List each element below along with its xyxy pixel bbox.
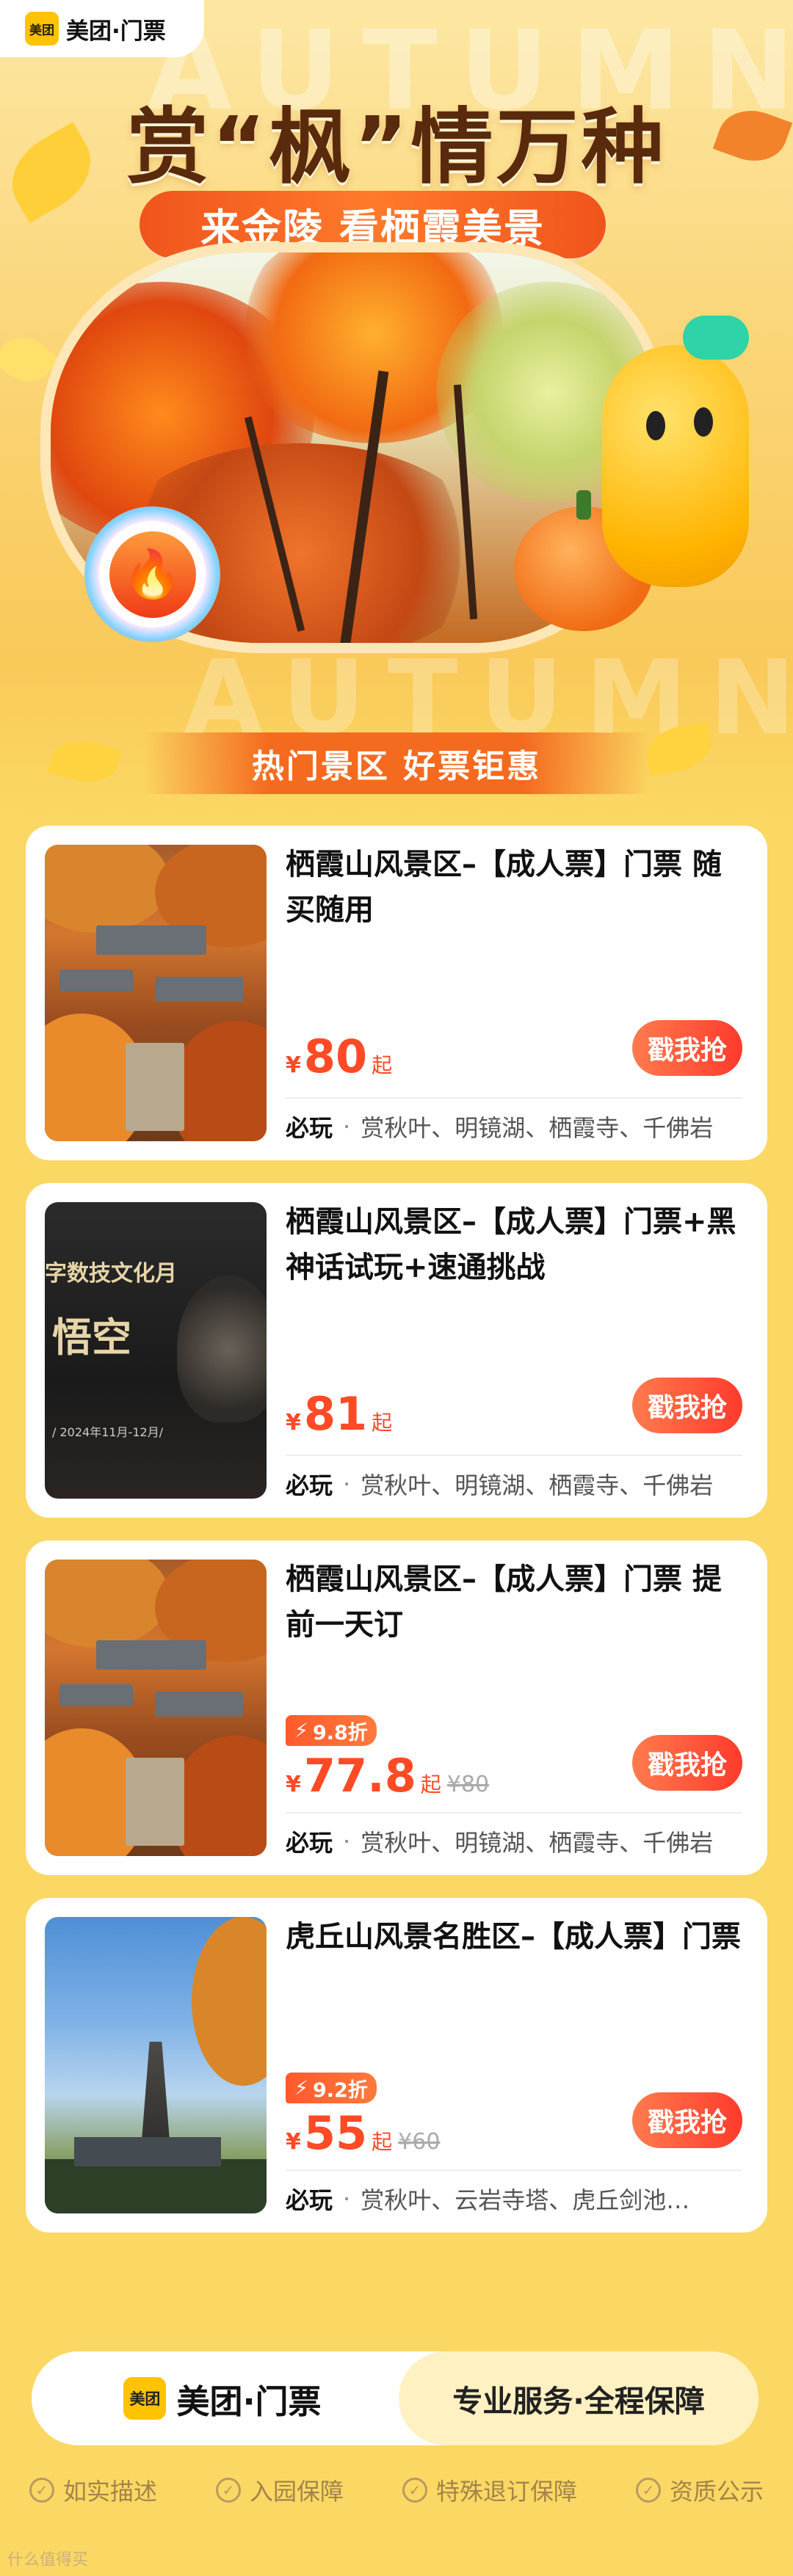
must-play-tags: 必玩 · 赏秋叶、云岩寺塔、虎丘剑池… <box>286 2185 690 2214</box>
ticket-card[interactable]: 栖霞山风景区–【成人票】门票 随买随用 ¥ 80 起 戳我抢 必玩 · 赏秋叶、… <box>26 826 767 1160</box>
tiger-hill-pagoda-photo <box>45 1917 267 2213</box>
price-value: 77.8 <box>303 1749 416 1802</box>
grab-ticket-button[interactable]: 戳我抢 <box>632 1378 742 1433</box>
footer-brand-text: 美团·门票 <box>176 2382 322 2421</box>
check-circle-icon: ✓ <box>402 2478 427 2503</box>
must-play-tags: 必玩 · 赏秋叶、明镜湖、栖霞寺、千佛岩 <box>286 1113 714 1142</box>
original-price: ¥60 <box>398 2129 441 2155</box>
ticket-card[interactable]: 字数技文化月 悟空 / 2024年11月-12月/ 栖霞山风景区–【成人票】门票… <box>26 1183 767 1518</box>
ticket-card[interactable]: 栖霞山风景区–【成人票】门票 提前一天订 ⚡ 9.8折 ¥ 77.8 起 ¥80… <box>26 1540 767 1875</box>
original-price: ¥80 <box>446 1772 490 1797</box>
qixia-temple-photo <box>45 845 267 1141</box>
check-circle-icon: ✓ <box>29 2478 54 2503</box>
guarantee-item: ✓ 如实描述 <box>29 2473 157 2507</box>
product-name[interactable]: 栖霞山风景区–【成人票】门票 随买随用 <box>286 842 741 933</box>
lightning-icon: ⚡ <box>294 1719 308 1742</box>
must-play-tags: 必玩 · 赏秋叶、明镜湖、栖霞寺、千佛岩 <box>286 1827 714 1857</box>
grab-ticket-button[interactable]: 戳我抢 <box>632 1020 742 1076</box>
qixia-temple-photo <box>45 1560 267 1856</box>
ticket-card[interactable]: 虎丘山风景名胜区–【成人票】门票 ⚡ 9.2折 ¥ 55 起 ¥60 戳我抢 必… <box>26 1898 767 2233</box>
price: ¥ 80 起 <box>286 1030 393 1083</box>
product-name[interactable]: 栖霞山风景区–【成人票】门票+黑神话试玩+速通挑战 <box>286 1199 741 1290</box>
product-name[interactable]: 栖霞山风景区–【成人票】门票 提前一天订 <box>286 1557 741 1648</box>
must-play-tags: 必玩 · 赏秋叶、明镜湖、栖霞寺、千佛岩 <box>286 1470 714 1499</box>
divider <box>286 1812 742 1813</box>
product-name[interactable]: 虎丘山风景名胜区–【成人票】门票 <box>286 1914 741 1960</box>
footer-brand-bar: 美团 美团·门票 专业服务·全程保障 <box>32 2351 758 2445</box>
check-circle-icon: ✓ <box>635 2478 661 2503</box>
mascot-illustration <box>595 301 764 646</box>
divider <box>286 2169 742 2171</box>
price: ¥ 77.8 起 ¥80 <box>286 1749 490 1802</box>
meituan-logo-icon: 美团 <box>25 12 59 46</box>
discount-badge: ⚡ 9.2折 <box>286 2073 377 2103</box>
hero-banner: AUTUMN AUTUMN 美团 美团·门票 赏“枫”情万种 来金陵 看栖霞美景… <box>0 0 793 822</box>
guarantee-item: ✓ 特殊退订保障 <box>402 2473 577 2507</box>
footer-logo: 美团 美团·门票 <box>32 2351 413 2445</box>
price-value: 81 <box>303 1387 368 1441</box>
price-value: 80 <box>303 1030 368 1083</box>
check-circle-icon: ✓ <box>215 2478 241 2503</box>
divider <box>286 1455 742 1456</box>
grab-ticket-button[interactable]: 戳我抢 <box>632 1735 742 1791</box>
fire-badge-icon: 🔥 <box>84 506 220 642</box>
footer-slogan: 专业服务·全程保障 <box>399 2351 758 2445</box>
grab-ticket-button[interactable]: 戳我抢 <box>632 2092 742 2148</box>
price-value: 55 <box>303 2106 368 2160</box>
hot-attractions-title: 热门景区 好票钜惠 <box>143 732 650 794</box>
hero-title: 赏“枫”情万种 <box>126 100 667 195</box>
guarantee-list: ✓ 如实描述 ✓ 入园保障 ✓ 特殊退订保障 ✓ 资质公示 <box>29 2473 764 2507</box>
hot-attractions-banner: 热门景区 好票钜惠 <box>0 730 793 796</box>
logo-text: 美团·门票 <box>66 18 166 45</box>
price: ¥ 81 起 <box>286 1387 393 1441</box>
guarantee-item: ✓ 入园保障 <box>215 2473 344 2507</box>
lightning-icon: ⚡ <box>294 2076 308 2100</box>
meituan-logo-icon: 美团 <box>123 2377 167 2420</box>
price: ¥ 55 起 ¥60 <box>286 2106 441 2160</box>
discount-badge: ⚡ 9.8折 <box>286 1715 377 1746</box>
black-myth-promo-image: 字数技文化月 悟空 / 2024年11月-12月/ <box>45 1202 267 1499</box>
meituan-ticket-logo: 美团 美团·门票 <box>0 0 204 57</box>
guarantee-item: ✓ 资质公示 <box>635 2473 764 2507</box>
divider <box>286 1097 742 1099</box>
watermark: 什么值得买 <box>7 2551 89 2569</box>
